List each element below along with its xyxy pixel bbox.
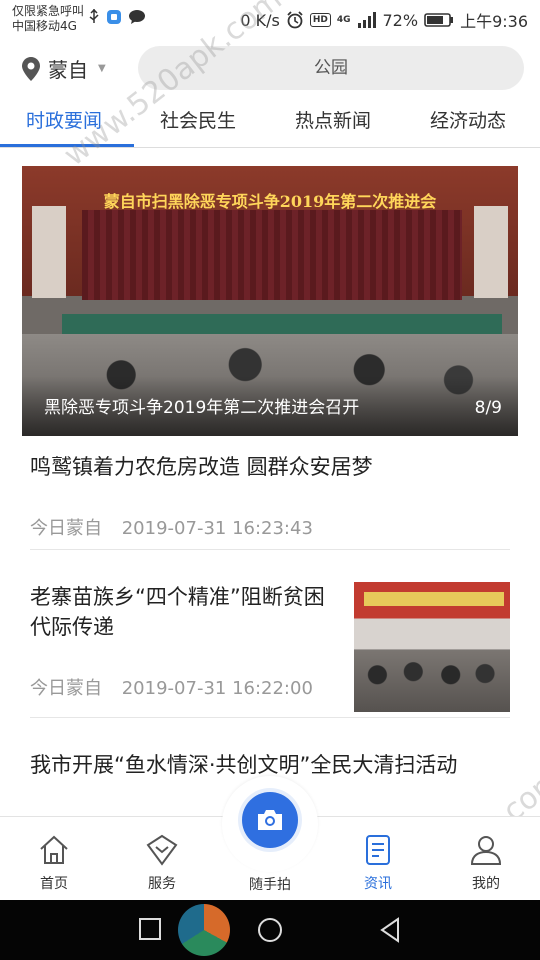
message-icon (129, 10, 145, 24)
thumbnail-banner (364, 592, 504, 606)
carousel-image-curtain (82, 210, 462, 300)
nav-mine[interactable]: 我的 (446, 833, 526, 893)
recent-apps-icon[interactable] (138, 916, 162, 942)
thumbnail-crowd (354, 650, 510, 712)
news-title: 老寨苗族乡“四个精准”阻断贫困代际传递 (30, 585, 325, 639)
carrier-info: 仅限紧急呼叫 中国移动4G (12, 4, 84, 34)
carousel-counter: 8/9 (474, 398, 502, 418)
system-nav-bar (0, 900, 540, 960)
news-meta: 今日蒙自 2019-07-31 16:22:00 (30, 674, 313, 700)
nav-snapshot-label: 随手拍 (249, 877, 291, 893)
app-notification-icon (107, 10, 121, 24)
network-speed: 0 K/s (240, 10, 280, 30)
location-pin-icon (22, 56, 40, 81)
news-item[interactable]: 老寨苗族乡“四个精准”阻断贫困代际传递 今日蒙自 2019-07-31 16:2… (30, 582, 510, 718)
news-datetime: 2019-07-31 16:23:43 (121, 518, 313, 539)
home-button-icon[interactable] (256, 916, 284, 944)
hd-badge: HD (309, 13, 331, 27)
user-icon (470, 836, 502, 865)
camera-icon (258, 810, 282, 830)
news-datetime: 2019-07-31 16:22:00 (121, 678, 313, 699)
carousel-image-window (32, 206, 66, 298)
top-bar: 蒙自 ▼ 公园 (0, 44, 540, 92)
service-icon (146, 834, 178, 866)
nav-service[interactable]: 服务 (122, 833, 202, 893)
carousel-caption: 黑除恶专项斗争2019年第二次推进会召开 (44, 398, 360, 418)
tab-hot-news[interactable]: 热点新闻 (295, 106, 371, 133)
tab-politics[interactable]: 时政要闻 (26, 106, 102, 133)
back-icon[interactable] (378, 916, 402, 944)
alarm-icon (287, 11, 303, 29)
news-icon (366, 835, 390, 865)
carousel-image-window (474, 206, 508, 298)
nav-news[interactable]: 资讯 (338, 833, 418, 893)
nav-home[interactable]: 首页 (14, 833, 94, 893)
home-icon (40, 835, 68, 864)
chevron-down-icon: ▼ (98, 63, 106, 74)
category-tabs: 时政要闻 社会民生 热点新闻 经济动态 (0, 98, 540, 148)
clock: 上午9:36 (460, 12, 528, 31)
news-source: 今日蒙自 (30, 678, 102, 699)
active-tab-indicator (0, 144, 134, 147)
carousel-image-banner-text: 蒙自市扫黑除恶专项斗争2019年第二次推进会 (103, 192, 437, 211)
news-source: 今日蒙自 (30, 518, 102, 539)
news-carousel[interactable]: 蒙自市扫黑除恶专项斗争2019年第二次推进会 黑除恶专项斗争2019年第二次推进… (22, 166, 518, 436)
news-title: 鸣鹫镇着力农危房改造 圆群众安居梦 (30, 455, 373, 479)
status-bar: 仅限紧急呼叫 中国移动4G 0 K/s HD 4G 72% 上午9:36 (0, 0, 540, 40)
news-meta: 今日蒙自 2019-07-31 16:23:43 (30, 514, 313, 540)
network-type: 4G (336, 15, 351, 25)
notification-icons (88, 9, 146, 25)
nav-service-label: 服务 (148, 876, 176, 892)
carrier-line-2: 中国移动4G (12, 19, 77, 33)
nav-home-label: 首页 (40, 876, 68, 892)
signal-icon (357, 12, 376, 28)
battery-percent: 72% (382, 10, 419, 30)
news-item[interactable]: 鸣鹫镇着力农危房改造 圆群众安居梦 今日蒙自 2019-07-31 16:23:… (30, 452, 510, 550)
carrier-line-1: 仅限紧急呼叫 (12, 4, 85, 18)
location-city: 蒙自 (48, 58, 88, 82)
tab-economy[interactable]: 经济动态 (430, 106, 506, 133)
status-right: 0 K/s HD 4G 72% 上午9:36 (240, 8, 528, 32)
nav-news-label: 资讯 (364, 876, 392, 892)
nav-mine-label: 我的 (472, 876, 500, 892)
usb-icon (89, 9, 99, 23)
app-logo-icon (178, 904, 230, 956)
news-thumbnail (354, 582, 510, 712)
battery-icon (424, 13, 454, 27)
tab-society[interactable]: 社会民生 (160, 106, 236, 133)
search-input[interactable]: 公园 (138, 46, 524, 90)
camera-button[interactable] (242, 792, 298, 848)
location-selector[interactable]: 蒙自 ▼ (22, 54, 106, 83)
